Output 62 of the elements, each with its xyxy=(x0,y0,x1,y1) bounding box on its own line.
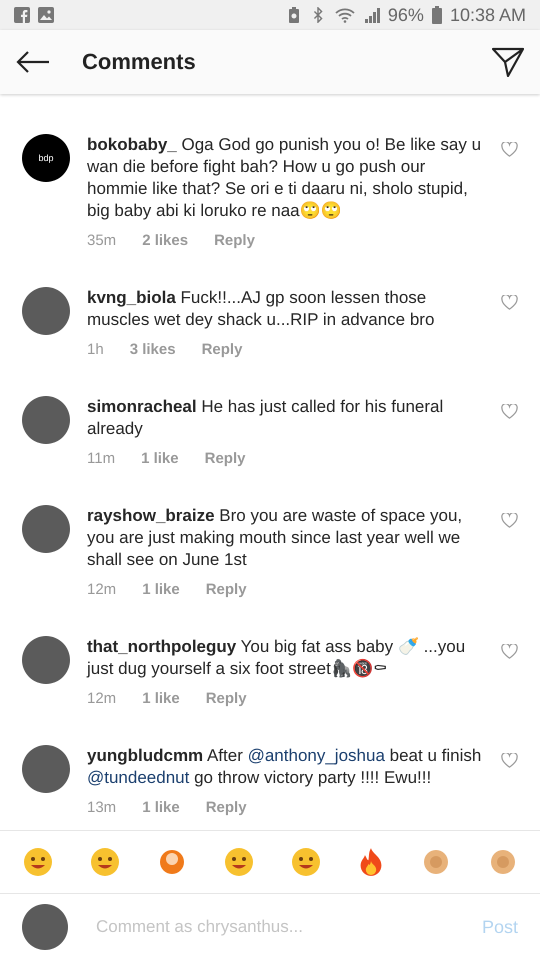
comment-text: simonracheal He has just called for his funeral already xyxy=(87,396,444,440)
smiley-face-icon xyxy=(22,847,52,877)
reply-button[interactable]: Reply xyxy=(206,581,247,598)
mention-link[interactable]: @tundeednut xyxy=(87,768,190,787)
reply-button[interactable]: Reply xyxy=(206,799,247,816)
comment-time: 13m xyxy=(87,799,116,816)
battery-icon xyxy=(432,6,442,24)
likes-count[interactable]: 1 like xyxy=(141,450,179,467)
likes-count[interactable]: 1 like xyxy=(142,581,180,598)
heart-icon xyxy=(501,513,518,528)
fire-icon xyxy=(358,847,384,877)
logo-text: bdp xyxy=(38,153,54,163)
post-button[interactable]: Post xyxy=(482,916,518,938)
avatar-photo-placeholder[interactable] xyxy=(22,287,70,335)
smiley-face-icon xyxy=(224,847,254,877)
heart-icon xyxy=(501,142,518,157)
reply-button[interactable]: Reply xyxy=(204,450,246,467)
comment-time: 35m xyxy=(87,232,116,249)
likes-count[interactable]: 3 likes xyxy=(130,341,176,358)
avatar-photo-placeholder[interactable] xyxy=(22,396,70,444)
paper-plane-icon xyxy=(492,47,524,77)
facebook-icon xyxy=(14,7,30,23)
reply-button[interactable]: Reply xyxy=(214,232,255,249)
likes-count[interactable]: 2 likes xyxy=(142,232,188,249)
heart-icon xyxy=(501,295,518,310)
comment-time: 11m xyxy=(87,450,116,467)
comment-text: rayshow_braize Bro you are waste of space you, you are just making mouth since last year well we shall see on June 1st xyxy=(87,505,464,571)
comment-text: kvng_biola Fuck!!...AJ gp soon lessen those muscles wet dey shack u...RIP in advance bro xyxy=(87,287,436,331)
battery-percentage: 96% xyxy=(388,4,424,26)
emoji-button[interactable] xyxy=(358,847,384,877)
comment-time: 12m xyxy=(87,581,116,598)
emoji-button[interactable] xyxy=(90,847,120,877)
comment-time: 12m xyxy=(87,690,116,707)
avatar-photo-placeholder[interactable] xyxy=(22,745,70,793)
heart-icon xyxy=(501,753,518,768)
comment-text: yungbludcmm After @anthony_joshua beat u finish @tundeednut go throw victory party !!!! Ewu!!! xyxy=(87,745,482,789)
mention-link[interactable]: @anthony_joshua xyxy=(248,746,385,765)
image-icon xyxy=(38,7,54,23)
likes-count[interactable]: 1 like xyxy=(142,690,180,707)
emoji-button[interactable] xyxy=(22,847,52,877)
share-button[interactable] xyxy=(490,45,526,79)
smiley-face-icon xyxy=(90,847,120,877)
comment-text: bokobaby_ Oga God go punish you o! Be like say u wan die before fight bah? How u go push our hommie like that? Se ori e ti daaru ni, sholo stupid, big baby abi ki loruko re naa🙄🙄 xyxy=(87,134,482,222)
comment-time: 1h xyxy=(87,341,104,358)
back-arrow-icon xyxy=(16,50,50,74)
comment-text: that_northpoleguy You big fat ass baby 🍼 ...you just dug yourself a six foot street🦍🔞⚰ xyxy=(87,636,466,680)
smiley-face-icon xyxy=(290,847,320,877)
avatar-logo[interactable]: bdp xyxy=(22,134,70,182)
reply-button[interactable]: Reply xyxy=(206,690,247,707)
emoji-button[interactable] xyxy=(224,847,254,877)
avatar-photo-placeholder[interactable] xyxy=(22,505,70,553)
emoji-button[interactable] xyxy=(290,847,320,877)
clock-time: 10:38 AM xyxy=(450,4,526,26)
signal-icon xyxy=(364,7,380,23)
reply-button[interactable]: Reply xyxy=(202,341,242,358)
page-title: Comments xyxy=(82,49,196,75)
user-avatar-placeholder xyxy=(22,904,68,950)
heart-icon xyxy=(501,644,518,659)
avatar-photo-placeholder[interactable] xyxy=(22,636,70,684)
likes-count[interactable]: 1 like xyxy=(142,799,180,816)
wifi-icon xyxy=(334,7,356,23)
heart-icon xyxy=(501,404,518,419)
